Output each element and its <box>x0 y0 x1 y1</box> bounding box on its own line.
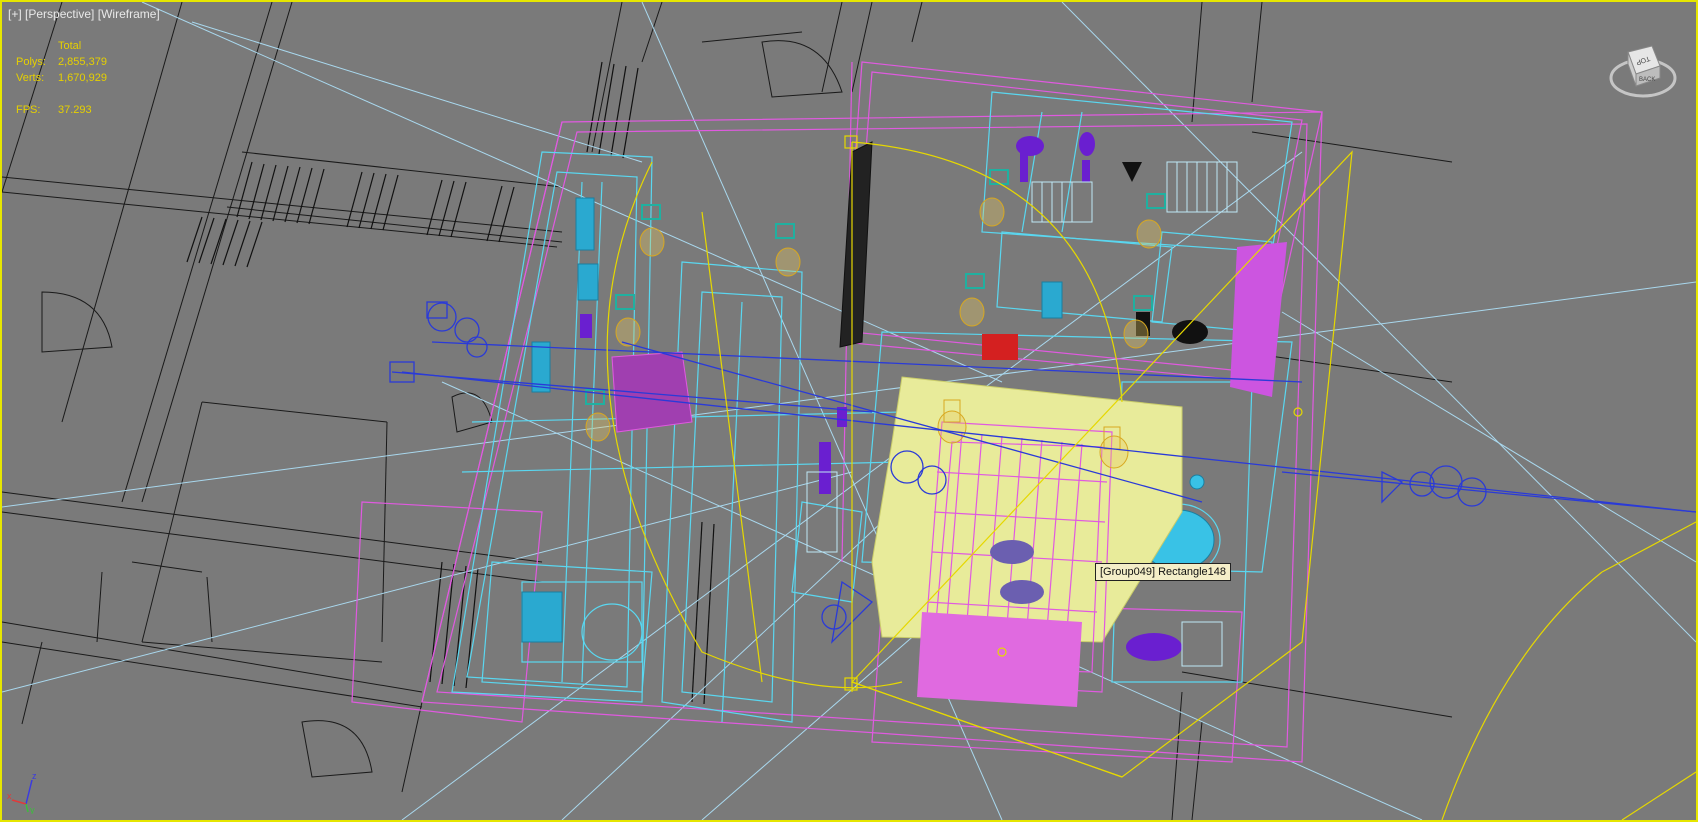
viewport-view-menu[interactable]: [Perspective] <box>25 7 94 21</box>
stats-fps-row: FPS: 37.293 <box>16 102 107 118</box>
verts-label: Verts: <box>16 72 45 84</box>
dark-door-panel <box>839 141 873 348</box>
stats-polys-row: Polys: 2,855,379 <box>16 54 107 70</box>
viewport-shading-menu[interactable]: [Wireframe] <box>98 7 160 21</box>
viewport-statistics: Total Polys: 2,855,379 Verts: 1,670,929 … <box>16 38 107 118</box>
wireframe-scene[interactable] <box>2 2 1696 820</box>
fps-value: 37.293 <box>58 104 92 116</box>
light-rays <box>2 2 1696 820</box>
stats-header: Total <box>58 40 82 52</box>
magenta-chair <box>611 351 693 433</box>
axis-y-label: y <box>30 805 35 814</box>
polys-label: Polys: <box>16 56 46 68</box>
object-tooltip: [Group049] Rectangle148 <box>1095 563 1231 581</box>
viewcube-back-label: BACK <box>1639 77 1655 83</box>
stats-verts-row: Verts: 1,670,929 <box>16 70 107 86</box>
black-decor-objects <box>1122 162 1208 344</box>
verts-value: 1,670,929 <box>58 72 107 84</box>
polys-value: 2,855,379 <box>58 56 107 68</box>
axis-x-label: x <box>7 791 12 801</box>
viewcube-icon[interactable]: TOP BACK <box>1608 38 1678 100</box>
fps-label: FPS: <box>16 104 41 116</box>
bed-blanket <box>917 612 1082 707</box>
axis-z-label: z <box>32 771 37 781</box>
axis-tripod-icon: z x y <box>6 768 46 815</box>
viewport-menu-button[interactable]: [+] <box>8 7 22 21</box>
magenta-wall-panel <box>1230 242 1287 397</box>
viewport-label[interactable]: [+] [Perspective] [Wireframe] <box>8 7 160 21</box>
perspective-viewport[interactable]: [+] [Perspective] [Wireframe] Total Poly… <box>0 0 1698 822</box>
red-box <box>982 334 1018 360</box>
